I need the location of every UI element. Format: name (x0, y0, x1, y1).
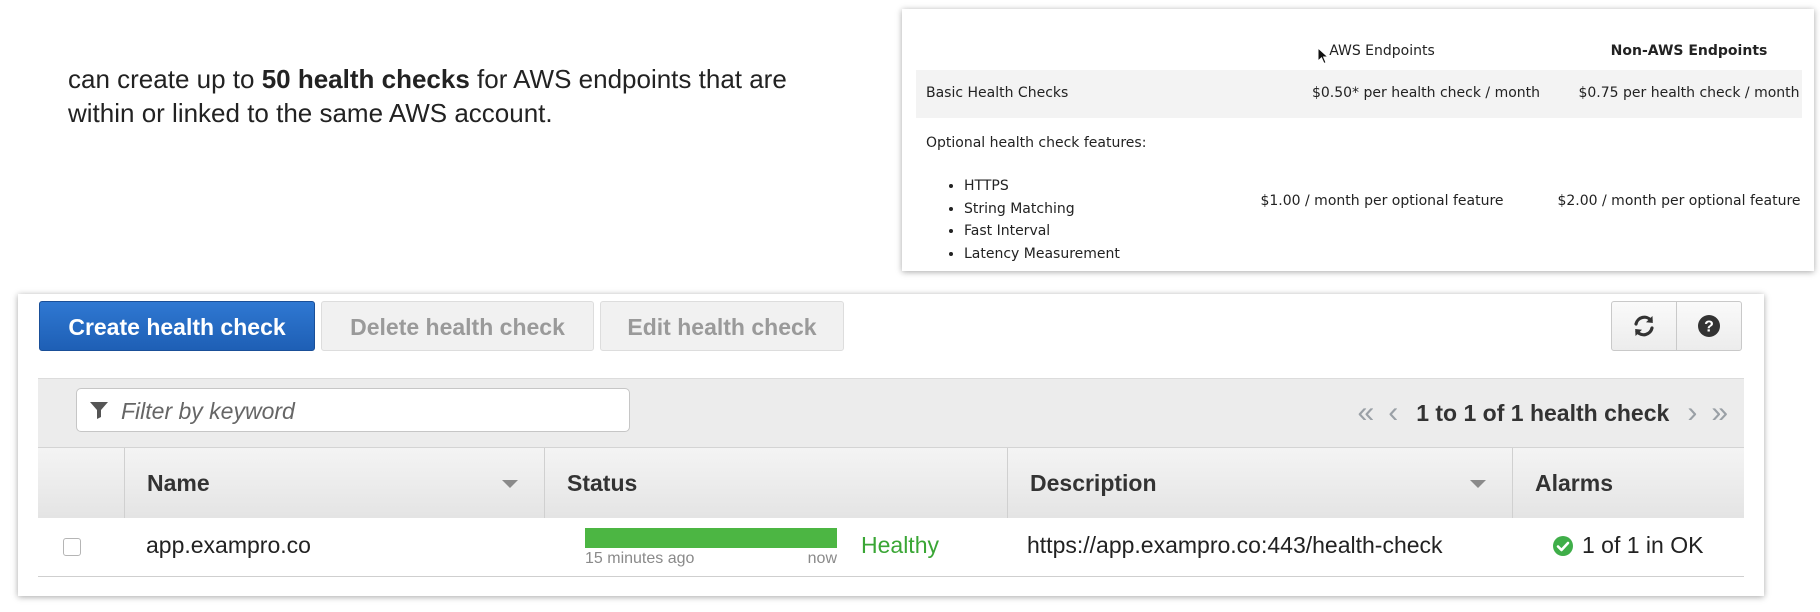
next-page-icon[interactable]: › (1685, 379, 1699, 447)
sort-down-icon[interactable] (502, 480, 518, 488)
pricing-basic-label: Basic Health Checks (926, 85, 1069, 101)
toolbar-icon-group: ? (1611, 301, 1742, 351)
check-circle-icon (1553, 535, 1573, 556)
row-select-checkbox[interactable] (63, 538, 81, 556)
pricing-feature-item: String Matching (964, 198, 1120, 221)
table-header: Name Status Description Alarms (38, 447, 1744, 519)
first-page-icon[interactable]: « (1356, 379, 1377, 447)
column-header-description-label: Description (1030, 470, 1157, 496)
column-header-alarms-label: Alarms (1535, 470, 1613, 496)
filter-bar: « ‹ 1 to 1 of 1 health check › » (38, 378, 1744, 447)
refresh-icon (1634, 315, 1654, 337)
pricing-optional-aws: $1.00 / month per optional feature (1260, 193, 1504, 209)
sort-down-icon[interactable] (1470, 480, 1486, 488)
pagination: « ‹ 1 to 1 of 1 health check › » (1356, 379, 1730, 447)
column-header-description[interactable]: Description (1007, 448, 1512, 518)
edit-health-check-button[interactable]: Edit health check (600, 301, 844, 351)
health-check-name: app.exampro.co (146, 532, 311, 558)
column-header-alarms[interactable]: Alarms (1512, 448, 1744, 518)
svg-text:?: ? (1704, 319, 1714, 336)
pricing-row-basic: Basic Health Checks $0.50* per health ch… (916, 70, 1802, 118)
pagination-text: 1 to 1 of 1 health check (1416, 399, 1670, 426)
alarms-status-text: 1 of 1 in OK (1582, 532, 1704, 558)
status-history: 15 minutes ago now (585, 528, 837, 570)
intro-text-bold: 50 health checks (261, 64, 470, 94)
create-health-check-button[interactable]: Create health check (39, 301, 315, 351)
refresh-button[interactable] (1612, 302, 1676, 350)
last-page-icon[interactable]: » (1709, 379, 1730, 447)
filter-keyword-input[interactable] (119, 393, 623, 429)
status-history-end: now (807, 550, 837, 567)
status-history-bar (585, 528, 837, 548)
pricing-optional-non-aws: $2.00 / month per optional feature (1557, 193, 1801, 209)
pricing-optional-label: Optional health check features: (926, 135, 1147, 151)
status-history-fill (585, 528, 837, 548)
previous-page-icon[interactable]: ‹ (1386, 379, 1400, 447)
help-icon: ? (1698, 315, 1720, 337)
pricing-feature-item: Fast Interval (964, 220, 1120, 243)
column-header-select (38, 448, 124, 518)
health-check-description: https://app.exampro.co:443/health-check (1027, 532, 1443, 558)
health-status-text: Healthy (861, 532, 939, 558)
column-header-status[interactable]: Status (544, 448, 1007, 518)
pricing-basic-aws: $0.50* per health check / month (1311, 85, 1541, 101)
intro-text: can create up to 50 health checks for AW… (68, 62, 828, 130)
column-header-name-label: Name (147, 470, 210, 496)
pricing-table: AWS Endpoints Non-AWS Endpoints Basic He… (902, 9, 1814, 271)
intro-text-start: can create up to (68, 64, 262, 94)
status-history-start: 15 minutes ago (585, 550, 695, 567)
mouse-cursor-icon (1317, 47, 1330, 65)
pricing-basic-non-aws: $0.75 per health check / month (1578, 85, 1800, 101)
pricing-header-non-aws: Non-AWS Endpoints (1610, 43, 1768, 59)
filter-input-wrapper (76, 388, 630, 432)
health-checks-panel: Create health check Delete health check … (18, 294, 1764, 596)
pricing-feature-item: Latency Measurement (964, 243, 1120, 266)
filter-icon (90, 402, 108, 419)
column-header-name[interactable]: Name (124, 448, 544, 518)
table-row[interactable]: app.exampro.co 15 minutes ago now Health… (38, 518, 1744, 577)
help-button[interactable]: ? (1676, 302, 1741, 350)
delete-health-check-button[interactable]: Delete health check (321, 301, 594, 351)
alarms-cell: 1 of 1 in OK (1552, 532, 1703, 559)
column-header-status-label: Status (567, 470, 638, 496)
pricing-optional-features-list: HTTPS String Matching Fast Interval Late… (930, 175, 1120, 265)
pricing-feature-item: HTTPS (964, 175, 1120, 198)
